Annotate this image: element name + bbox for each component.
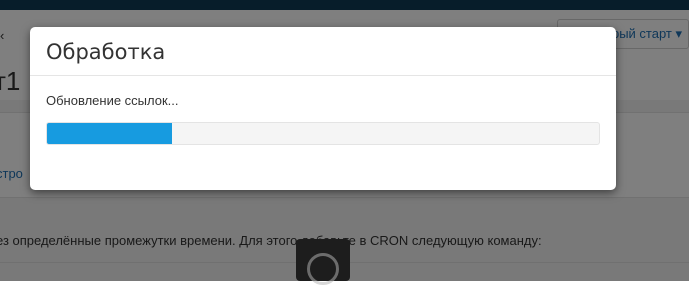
progress-bar-track — [46, 122, 600, 145]
dialog-body: Обновление ссылок... — [30, 76, 616, 145]
dialog-header: Обработка — [30, 27, 616, 76]
progress-bar-fill — [47, 123, 173, 144]
progress-status-text: Обновление ссылок... — [46, 93, 179, 108]
dialog-title: Обработка — [46, 40, 166, 64]
processing-dialog: Обработка Обновление ссылок... — [30, 27, 616, 190]
